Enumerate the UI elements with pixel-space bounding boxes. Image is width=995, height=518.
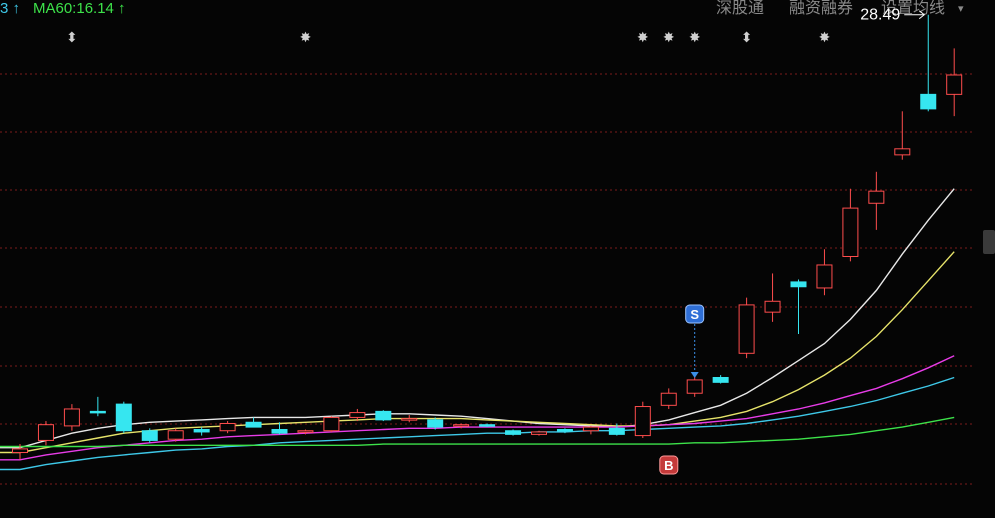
candle-body[interactable] (245, 421, 262, 428)
candle-body[interactable] (531, 431, 547, 435)
candle-body[interactable] (349, 412, 366, 418)
candle-body[interactable] (790, 281, 807, 288)
candle-body[interactable] (115, 403, 132, 432)
candle-body[interactable] (582, 426, 599, 432)
event-marker[interactable]: ⬍ (741, 30, 753, 46)
event-marker[interactable]: ✸ (300, 30, 312, 46)
candle-body[interactable] (63, 408, 80, 427)
candle-body[interactable] (712, 377, 729, 383)
event-marker[interactable]: ✸ (819, 30, 831, 46)
candle-body[interactable] (920, 93, 937, 110)
candle-body[interactable] (12, 448, 28, 454)
candle-body[interactable] (297, 430, 314, 433)
candle-body[interactable] (634, 406, 651, 437)
candle-body[interactable] (141, 430, 158, 441)
sell-marker-label: S (690, 307, 699, 322)
candle-body[interactable] (323, 416, 340, 432)
candle-body[interactable] (375, 410, 392, 421)
candle-body[interactable] (660, 392, 677, 406)
candle-body[interactable] (219, 422, 236, 432)
candle-body[interactable] (193, 429, 210, 433)
candle-body[interactable] (764, 300, 781, 313)
candle-body[interactable] (89, 410, 106, 414)
buy-marker-label: B (664, 458, 673, 473)
candle-body[interactable] (167, 430, 184, 440)
candle-body[interactable] (868, 190, 885, 204)
candle-body[interactable] (686, 379, 703, 394)
candlestick-chart[interactable]: ⬍ ✸ ✸ ✸ ✸ ⬍ ✸ 28.49 S B (0, 0, 995, 518)
scrollbar-thumb[interactable] (983, 230, 995, 254)
moving-average-line (0, 188, 955, 449)
event-marker[interactable]: ⬍ (66, 30, 78, 46)
candle-body[interactable] (505, 430, 522, 435)
candle-body[interactable] (453, 424, 470, 427)
candle-body[interactable] (842, 207, 859, 258)
candle-body[interactable] (401, 418, 418, 421)
candle-body[interactable] (608, 427, 625, 435)
max-price-label: 28.49 (860, 7, 900, 24)
candle-body[interactable] (946, 74, 963, 95)
candle-body[interactable] (556, 429, 573, 432)
candle-body[interactable] (271, 429, 288, 434)
event-marker[interactable]: ✸ (689, 30, 701, 46)
candle-body[interactable] (894, 148, 911, 156)
event-marker[interactable]: ✸ (663, 30, 675, 46)
candle-body[interactable] (738, 304, 755, 354)
candle-body[interactable] (427, 419, 444, 428)
sell-marker-arrow (690, 372, 699, 378)
event-marker[interactable]: ✸ (637, 30, 649, 46)
candle-body[interactable] (816, 264, 833, 289)
candle-body[interactable] (37, 424, 54, 441)
candle-body[interactable] (479, 424, 496, 427)
